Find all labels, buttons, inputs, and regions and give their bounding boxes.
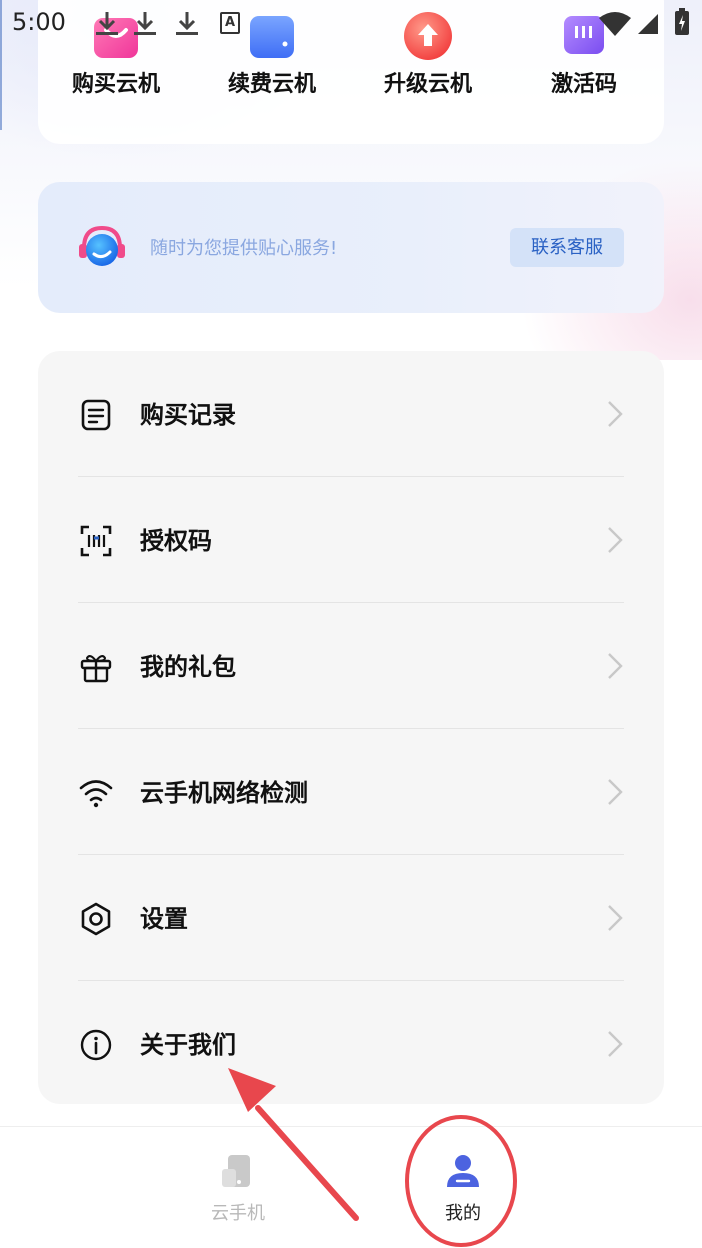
quick-action-label: 购买云机: [71, 72, 160, 97]
battery-charging-icon: [674, 8, 690, 40]
download-icon: [172, 10, 202, 42]
download-icon: [92, 10, 122, 42]
menu-item-label: 授权码: [140, 527, 212, 555]
chevron-right-icon: [604, 525, 626, 555]
quick-action-label: 升级云机: [383, 72, 472, 97]
chevron-right-icon: [604, 903, 626, 933]
menu-item-settings[interactable]: 设置: [38, 855, 664, 980]
menu-list: 购买记录 授权码 我的礼包 云手机网络检测 设置 关于我们: [38, 351, 664, 1104]
tab-label: 我的: [445, 1203, 481, 1224]
menu-item-my-gifts[interactable]: 我的礼包: [38, 603, 664, 728]
headset-icon: [76, 222, 128, 274]
quick-action-label: 激活码: [550, 72, 617, 97]
menu-item-auth-code[interactable]: 授权码: [38, 477, 664, 602]
gift-icon: [78, 649, 114, 685]
chevron-right-icon: [604, 399, 626, 429]
menu-item-label: 云手机网络检测: [140, 779, 308, 807]
tab-cloud-phone[interactable]: 云手机: [158, 1127, 318, 1237]
chevron-right-icon: [604, 651, 626, 681]
customer-service-banner: 随时为您提供贴心服务! 联系客服: [38, 182, 664, 313]
signal-icon: [636, 12, 660, 40]
quick-action-label: 续费云机: [227, 72, 316, 97]
menu-item-label: 关于我们: [140, 1031, 236, 1059]
chevron-right-icon: [604, 777, 626, 807]
document-icon: [78, 397, 114, 433]
menu-item-label: 购买记录: [140, 401, 236, 429]
menu-item-label: 我的礼包: [140, 653, 236, 681]
menu-item-network-check[interactable]: 云手机网络检测: [38, 729, 664, 854]
wifi-icon: [598, 12, 632, 40]
user-icon: [443, 1151, 483, 1191]
phone-icon: [218, 1151, 258, 1191]
info-icon: [78, 1027, 114, 1063]
tab-label: 云手机: [211, 1203, 265, 1224]
bottom-nav: 云手机 我的: [0, 1126, 702, 1248]
a-badge-icon: A: [220, 12, 240, 34]
menu-item-purchase-records[interactable]: 购买记录: [38, 351, 664, 476]
tab-mine[interactable]: 我的: [383, 1127, 543, 1237]
service-tagline: 随时为您提供贴心服务!: [150, 238, 338, 259]
barcode-scan-icon: [78, 523, 114, 559]
status-time: 5:00: [12, 8, 66, 36]
contact-support-button[interactable]: 联系客服: [510, 228, 624, 267]
wifi-icon: [78, 775, 114, 811]
menu-item-label: 设置: [140, 905, 188, 933]
chevron-right-icon: [604, 1029, 626, 1059]
download-icon: [130, 10, 160, 42]
gear-icon: [78, 901, 114, 937]
status-bar: 5:00 A: [0, 0, 702, 46]
menu-item-about-us[interactable]: 关于我们: [38, 981, 664, 1106]
